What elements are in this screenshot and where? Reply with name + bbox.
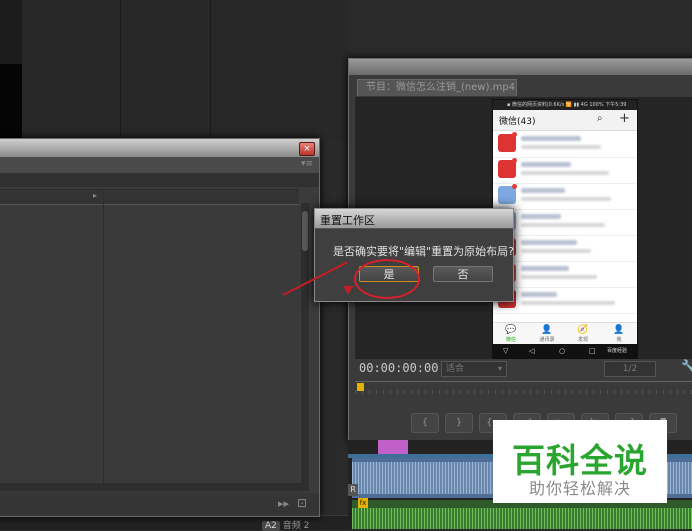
annotation-circle <box>354 259 420 299</box>
mark-in-icon[interactable]: { <box>411 413 439 433</box>
tab-program[interactable]: 节目：微信怎么注销_(new).mp4 <box>357 79 517 96</box>
phone-tab-label: 通讯录 <box>539 337 555 343</box>
column-divider <box>103 190 104 484</box>
blurred-text <box>521 240 577 245</box>
phone-tab-label: 微信 <box>505 337 516 343</box>
zoom-value: 适合 <box>446 364 465 374</box>
nav-watermark: 百度经验 <box>607 348 628 354</box>
list-item <box>493 235 637 262</box>
phone-title: 微信(43) <box>499 117 536 127</box>
blurred-text <box>521 214 561 219</box>
workspace-black-preview <box>0 64 22 138</box>
phone-tab-label: 我 <box>616 337 622 343</box>
track-name: 音频 2 <box>282 521 310 531</box>
nav-down-icon: ▽ <box>503 347 509 355</box>
unread-badge <box>512 184 517 189</box>
blurred-text <box>521 301 615 305</box>
watermark-subtitle: 助你轻松解决 <box>528 479 631 498</box>
phone-status-bar: ▪ 微信的网页资料|0.6K/s 🛜 ▮▮ 4G 100% 下午5:39 <box>493 100 637 110</box>
video-clip[interactable] <box>378 440 408 454</box>
no-button[interactable]: 否 <box>433 266 493 282</box>
list-item <box>493 261 637 288</box>
watermark-logo: 百科全说 助你轻松解决 <box>493 420 667 503</box>
blurred-text <box>521 188 565 193</box>
blurred-text <box>521 197 611 201</box>
panel-menu-icon[interactable]: ▾≡ <box>301 159 313 169</box>
fx-badge[interactable]: fx <box>358 498 368 508</box>
phone-tab-chats: 💬 微信 <box>493 325 529 343</box>
blurred-text <box>521 145 601 149</box>
panel-title-bar[interactable]: × <box>0 139 319 157</box>
column-arrow-icon[interactable]: ▸ <box>93 191 97 200</box>
list-item <box>493 131 637 158</box>
compass-icon: 🧭 <box>577 325 589 335</box>
blurred-text <box>521 275 597 279</box>
panel-list[interactable]: ▸ <box>0 189 299 484</box>
panel-toolbar <box>0 173 319 187</box>
list-item <box>493 157 637 184</box>
phone-nav-bar: ▽ ◁ ○ □ 百度经验 <box>493 344 637 358</box>
blurred-text <box>521 249 591 253</box>
track-label: R <box>348 484 358 496</box>
close-button[interactable]: × <box>299 142 315 156</box>
phone-tab-me: 👤 我 <box>601 325 637 343</box>
horizontal-scrollbar[interactable] <box>0 483 309 491</box>
zoom-select[interactable]: 适合 ▾ <box>441 361 507 377</box>
phone-tab-discover: 🧭 发现 <box>565 325 601 343</box>
list-header[interactable]: ▸ <box>0 190 299 205</box>
list-item <box>493 287 637 314</box>
panel-footer: ▸▸ ⊡ <box>0 493 319 515</box>
panel-tab-bar: ▾≡ <box>0 157 319 174</box>
plus-icon: + <box>619 111 630 126</box>
blurred-text <box>521 162 571 167</box>
dialog-title-bar[interactable]: 重置工作区 <box>315 209 513 229</box>
audio-track-header[interactable]: A2 音频 2 <box>262 518 309 531</box>
back-icon: ◁ <box>529 347 535 355</box>
blurred-text <box>521 292 557 297</box>
project-panel-window: × ▾≡ ▸ ▸▸ ⊡ <box>0 138 320 517</box>
vertical-scrollbar[interactable] <box>301 203 309 483</box>
new-item-icon[interactable]: ⊡ <box>297 496 307 510</box>
time-ruler[interactable] <box>355 381 692 404</box>
track-badge: A2 <box>262 521 280 531</box>
search-icon: ⌕ <box>597 113 603 124</box>
phone-header: 微信(43) ⌕ + <box>493 110 637 131</box>
workspace-top-left-panel <box>0 0 23 70</box>
timecode-display[interactable]: 00:00:00:00 <box>359 361 438 375</box>
wrench-icon[interactable]: 🔧 <box>681 359 692 373</box>
unread-badge <box>512 132 517 137</box>
dialog-message: 是否确实要将"编辑"重置为原始布局? <box>333 245 514 258</box>
resolution-select[interactable]: 1/2 <box>604 361 656 377</box>
dialog-title: 重置工作区 <box>320 214 375 227</box>
blurred-text <box>521 266 569 271</box>
list-item <box>493 209 637 236</box>
waveform <box>352 508 692 529</box>
phone-tab-contacts: 👤 通讯录 <box>529 325 565 343</box>
scroll-thumb[interactable] <box>302 211 308 251</box>
recents-icon: □ <box>589 347 596 355</box>
home-icon: ○ <box>559 347 566 355</box>
chat-icon: 💬 <box>505 325 517 335</box>
automate-icon[interactable]: ▸▸ <box>278 497 289 510</box>
blurred-text <box>521 136 581 141</box>
audio-clip-2[interactable] <box>352 500 692 529</box>
list-item <box>493 183 637 210</box>
phone-tab-bar: 💬 微信 👤 通讯录 🧭 发现 👤 我 <box>493 322 637 345</box>
monitor-title-bar[interactable] <box>349 59 692 75</box>
mark-out-icon[interactable]: } <box>445 413 473 433</box>
chevron-down-icon: ▾ <box>497 364 502 373</box>
unread-badge <box>512 158 517 163</box>
playhead-marker[interactable] <box>357 383 364 391</box>
blurred-text <box>521 223 605 227</box>
phone-tab-label: 发现 <box>577 337 588 343</box>
contacts-icon: 👤 <box>541 325 553 335</box>
blurred-text <box>521 171 609 175</box>
workspace-panel-area <box>22 0 348 140</box>
person-icon: 👤 <box>613 325 625 335</box>
